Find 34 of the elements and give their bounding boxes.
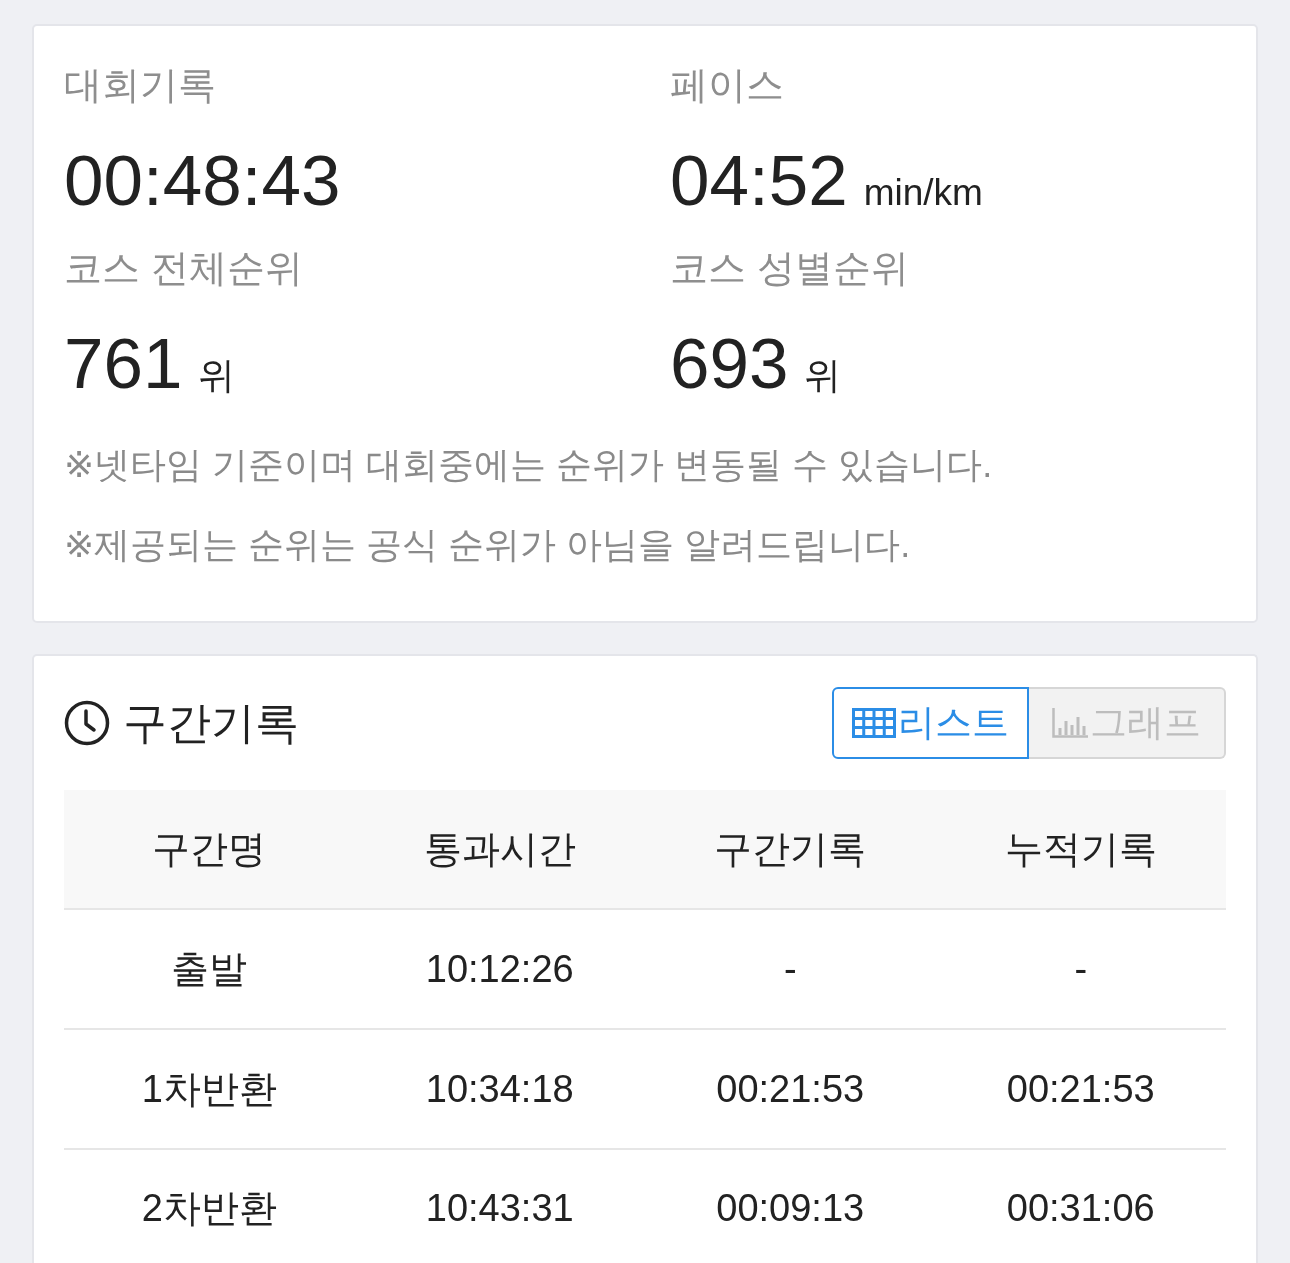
table-cell: -: [935, 909, 1226, 1029]
clock-icon: [64, 700, 110, 746]
stat-value: 04:52: [670, 140, 848, 222]
table-cell: -: [645, 909, 936, 1029]
table-cell: 2차반환: [64, 1149, 355, 1261]
stat-value: 761: [64, 323, 183, 405]
column-header: 누적기록: [935, 790, 1226, 909]
stat-label: 대회기록: [64, 63, 217, 108]
table-cell: 1차반환: [64, 1029, 355, 1149]
table-cell: 00:21:53: [935, 1029, 1226, 1149]
table-cell: 10:34:18: [354, 1029, 645, 1149]
table-cell: 00:09:13: [645, 1149, 936, 1261]
stat-value: 693: [670, 323, 789, 405]
stat-label: 페이스: [670, 63, 785, 108]
stat-label: 코스 성별순위: [670, 246, 910, 291]
table-cell: 00:21:53: [645, 1029, 936, 1149]
table-cell: 출발: [64, 909, 355, 1029]
column-header: 구간명: [64, 790, 355, 909]
unit-label: 위: [804, 354, 842, 398]
stat-value: 00:48:43: [64, 140, 341, 222]
unit-label: min/km: [863, 171, 983, 215]
bar-chart-icon: [1052, 708, 1088, 738]
column-header: 통과시간: [354, 790, 645, 909]
table-cell: 10:12:26: [354, 909, 645, 1029]
notice-text: ※제공되는 순위는 공식 순위가 아님을 알려드립니다.: [64, 523, 912, 567]
column-header: 구간기록: [645, 790, 936, 909]
stat-label: 코스 전체순위: [64, 246, 304, 291]
section-title: 구간기록: [123, 697, 299, 749]
table-cell: 00:31:06: [935, 1149, 1226, 1261]
table-cell: 10:43:31: [354, 1149, 645, 1261]
view-tab[interactable]: 리스트: [832, 687, 1029, 759]
notice-text: ※넷타임 기준이며 대회중에는 순위가 변동될 수 있습니다.: [64, 443, 994, 487]
unit-label: 위: [198, 354, 236, 398]
grid-icon: [852, 708, 896, 738]
